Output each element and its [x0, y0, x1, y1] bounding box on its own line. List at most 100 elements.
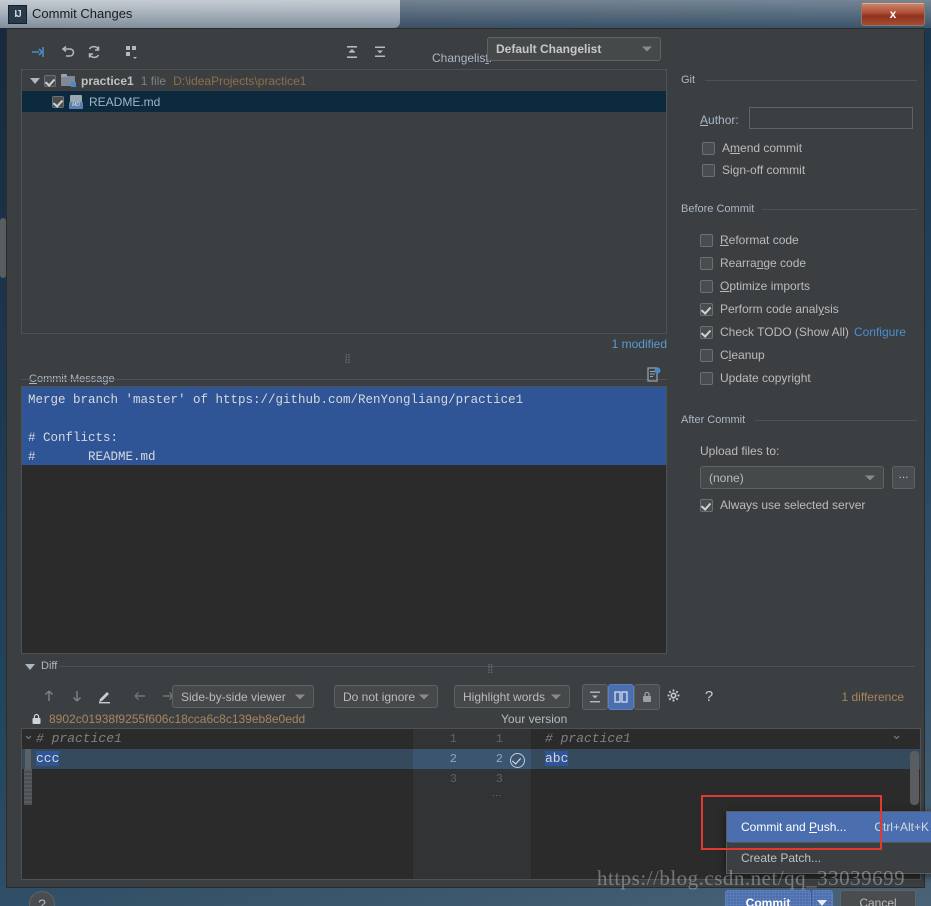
- sign-off-commit-checkbox[interactable]: Sign-off commit: [702, 163, 805, 177]
- diff-pane-left[interactable]: ⌄ # practice1 ccc: [22, 729, 413, 879]
- commit-changes-window: IJ Commit Changes x: [0, 0, 931, 890]
- collapse-unchanged-icon[interactable]: [582, 684, 608, 710]
- edit-source-icon[interactable]: [93, 684, 117, 708]
- diff-vertical-scrollbar[interactable]: [910, 751, 919, 805]
- cleanup-checkbox[interactable]: Cleanup: [700, 348, 765, 362]
- browse-servers-button[interactable]: ...: [892, 466, 915, 489]
- changelist-value: Default Changelist: [496, 42, 601, 56]
- cleanup-label: Cleanup: [720, 348, 765, 362]
- revert-icon[interactable]: [57, 41, 79, 63]
- menu-item-create-patch[interactable]: Create Patch...: [727, 843, 931, 873]
- modified-count-label: 1 modified: [21, 337, 667, 351]
- diff-line-right-1: # practice1: [545, 729, 920, 749]
- before-commit-title: Before Commit: [677, 203, 758, 215]
- diff-token-right: abc: [545, 751, 568, 766]
- refresh-icon[interactable]: [83, 41, 105, 63]
- your-version-label: Your version: [501, 712, 567, 726]
- amend-commit-box: [702, 142, 715, 155]
- menu-item-commit-and-push[interactable]: Commit and Push... Ctrl+Alt+K: [727, 812, 931, 842]
- configure-todo-link[interactable]: Configure: [854, 325, 906, 339]
- diff-right-linenum-2: 2: [481, 749, 503, 769]
- cleanup-box: [700, 349, 713, 362]
- diff-right-linenum-3: 3: [481, 769, 503, 789]
- project-checkbox[interactable]: [44, 75, 56, 87]
- file-name: README.md: [89, 95, 160, 109]
- chevron-down-icon: [551, 694, 561, 699]
- project-file-count: 1 file: [141, 74, 166, 88]
- difference-count-label: 1 difference: [842, 690, 905, 704]
- sign-off-commit-box: [702, 164, 715, 177]
- chevron-down-icon: [419, 694, 429, 699]
- close-window-button[interactable]: x: [861, 2, 925, 26]
- chevron-down-icon: [295, 694, 305, 699]
- diff-collapse-triangle-icon[interactable]: [25, 664, 35, 670]
- apply-left-icon[interactable]: [128, 684, 152, 708]
- amend-commit-checkbox[interactable]: Amend commit: [702, 141, 802, 155]
- highlight-mode-combobox[interactable]: Highlight words: [454, 685, 570, 708]
- commit-dropdown-menu[interactable]: Commit and Push... Ctrl+Alt+K Create Pat…: [726, 811, 931, 874]
- diff-fold-chevron-right-icon[interactable]: ⌄: [891, 728, 902, 743]
- check-todo-label: Check TODO (Show All): [720, 325, 849, 339]
- show-diff-icon[interactable]: [27, 41, 49, 63]
- markdown-file-icon: MD: [69, 95, 84, 109]
- always-use-server-box: [700, 499, 713, 512]
- ignore-mode-combobox[interactable]: Do not ignore: [334, 685, 438, 708]
- splitter-grip[interactable]: ⣿: [337, 355, 359, 361]
- upload-files-label: Upload files to:: [700, 444, 779, 458]
- next-difference-icon[interactable]: [65, 684, 89, 708]
- changed-files-tree[interactable]: practice1 1 file D:\ideaProjects\practic…: [21, 69, 667, 334]
- diff-left-linenum-2: 2: [435, 749, 457, 769]
- author-label: Author:: [700, 113, 739, 127]
- revision-hash: 8902c01938f9255f606c18cca6c8c139eb8e0edd: [49, 712, 305, 726]
- diff-left-linenum-3: 3: [435, 769, 457, 789]
- upload-server-combobox[interactable]: (none): [700, 466, 884, 489]
- file-checkbox[interactable]: [52, 96, 64, 108]
- amend-commit-label: Amend commit: [722, 141, 802, 155]
- chevron-down-icon: [817, 900, 827, 906]
- optimize-imports-checkbox[interactable]: Optimize imports: [700, 279, 810, 293]
- tree-row-project[interactable]: practice1 1 file D:\ideaProjects\practic…: [22, 70, 666, 91]
- commit-message-history-icon[interactable]: [646, 367, 662, 383]
- perform-code-analysis-checkbox[interactable]: Perform code analysis: [700, 302, 839, 316]
- help-question-icon[interactable]: ?: [697, 684, 721, 708]
- always-use-server-checkbox[interactable]: Always use selected server: [700, 498, 865, 512]
- settings-gear-icon[interactable]: [662, 684, 686, 708]
- previous-difference-icon[interactable]: [37, 684, 61, 708]
- before-commit-rule: [762, 209, 917, 210]
- expand-all-icon[interactable]: [341, 41, 363, 63]
- perform-code-analysis-box: [700, 303, 713, 316]
- diff-splitter-grip[interactable]: ⣿: [487, 663, 495, 674]
- diff-section-title: Diff: [37, 660, 61, 672]
- git-section-rule: [705, 80, 917, 81]
- optimize-imports-label: Optimize imports: [720, 279, 810, 293]
- project-path: D:\ideaProjects\practice1: [173, 74, 306, 88]
- check-todo-checkbox[interactable]: Check TODO (Show All) Configure: [700, 325, 906, 339]
- group-by-icon[interactable]: [121, 41, 143, 63]
- commit-dropdown-button[interactable]: [811, 890, 833, 906]
- project-name: practice1: [81, 74, 134, 88]
- collapse-all-icon[interactable]: [369, 41, 391, 63]
- accept-change-icon[interactable]: [510, 753, 525, 768]
- commit-button[interactable]: Commit: [725, 890, 811, 906]
- update-copyright-checkbox[interactable]: Update copyright: [700, 371, 811, 385]
- diff-line-number-gutter: 1 2 3 1 2 3 ⋮: [413, 729, 531, 879]
- update-copyright-box: [700, 372, 713, 385]
- diff-fold-chevron-left-icon[interactable]: ⌄: [23, 728, 34, 743]
- menu-item-commit-and-push-shortcut: Ctrl+Alt+K: [874, 820, 929, 834]
- split-view-icon[interactable]: [608, 684, 634, 710]
- commit-message-editor[interactable]: Merge branch 'master' of https://github.…: [21, 386, 667, 654]
- check-todo-box: [700, 326, 713, 339]
- upload-server-value: (none): [709, 471, 744, 485]
- read-only-lock-icon[interactable]: [634, 684, 660, 710]
- reformat-code-checkbox[interactable]: Reformat code: [700, 233, 799, 247]
- intellij-logo-icon: IJ: [8, 5, 27, 24]
- author-input[interactable]: [749, 107, 913, 129]
- viewer-mode-combobox[interactable]: Side-by-side viewer: [172, 685, 314, 708]
- cancel-button[interactable]: Cancel: [840, 890, 916, 906]
- tree-row-file[interactable]: MD README.md: [22, 91, 666, 112]
- expand-triangle-icon[interactable]: [30, 78, 40, 84]
- dialog-body: Changelist: Default Changelist practice1…: [6, 28, 925, 888]
- optimize-imports-box: [700, 280, 713, 293]
- rearrange-code-checkbox[interactable]: Rearrange code: [700, 256, 806, 270]
- changelist-combobox[interactable]: Default Changelist: [487, 37, 661, 61]
